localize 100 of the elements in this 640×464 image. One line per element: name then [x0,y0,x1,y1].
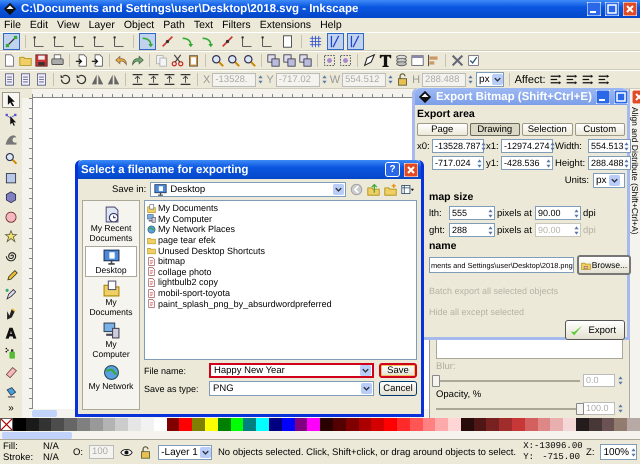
padlock-icon[interactable] [396,73,410,86]
scrollbar[interactable] [0,431,640,439]
unit-dropdown[interactable]: px [476,72,504,87]
vector-document-icon[interactable] [147,288,156,298]
file-name[interactable]: My Documents [158,203,218,214]
menu-item[interactable]: Path [163,19,185,31]
spin-arrows-icon[interactable] [631,446,636,458]
places-item[interactable]: My Documents [85,278,137,319]
spin-arrows-icon[interactable] [618,375,623,386]
color-swatch[interactable] [166,418,180,431]
color-swatch[interactable] [320,418,333,431]
color-swatch[interactable] [396,418,410,431]
file-name[interactable]: collage photo [158,266,212,277]
magnifier-icon[interactable] [227,54,240,67]
color-swatch[interactable] [51,418,64,431]
color-swatch[interactable] [218,418,231,431]
spin-arrows-icon[interactable] [574,208,579,218]
number-field[interactable]: 555 [449,206,495,220]
document-arrow-icon[interactable] [91,54,104,67]
rotate-arrow-icon[interactable] [59,73,72,86]
menu-item[interactable]: Object [124,19,154,31]
color-swatch[interactable] [460,418,474,431]
area-button[interactable]: Page [417,123,468,136]
stack-arrow-icon[interactable] [131,73,144,86]
spin-arrows-icon[interactable] [468,74,474,85]
close-icon[interactable] [404,162,418,176]
color-swatch[interactable] [410,418,422,431]
color-swatch[interactable] [294,418,308,431]
file-name[interactable]: page tear efek [158,235,216,246]
color-swatch[interactable] [140,418,154,431]
color-swatch[interactable] [563,418,576,431]
document-arrow-icon[interactable] [75,54,88,67]
slider-thumb[interactable] [576,402,584,414]
menu-item[interactable]: View [57,19,80,31]
mirror-triangles-icon[interactable] [91,73,104,86]
color-swatch[interactable] [486,418,500,431]
document-lines-icon[interactable] [19,73,32,86]
color-swatch[interactable] [64,418,77,431]
file-name-field[interactable]: Happy New Year [209,363,374,378]
color-swatch[interactable] [422,418,436,431]
pointer-icon[interactable] [2,92,20,108]
color-swatch[interactable] [26,418,39,431]
color-swatch[interactable] [474,418,486,431]
spin-arrows-icon[interactable] [322,74,327,85]
curved-arrow-right-icon[interactable] [131,54,144,67]
zoom-field[interactable]: 100% [600,444,637,460]
guide-lines-icon[interactable] [347,33,364,50]
spin-arrows-icon[interactable] [480,140,486,152]
magnifier-icon[interactable] [243,54,256,67]
document-lines-icon[interactable] [3,73,16,86]
number-field[interactable]: -12974.274 [501,139,553,153]
spin-arrows-icon[interactable] [546,158,551,168]
vector-document-icon[interactable] [147,267,156,276]
menu-item[interactable]: File [4,19,21,31]
stacked-layers-icon[interactable] [395,54,408,67]
help-button[interactable]: ? [385,162,400,177]
color-swatch[interactable] [192,418,205,431]
menu-item[interactable]: Edit [30,19,48,31]
spin-arrows-icon[interactable] [488,224,493,236]
diagonal-line-icon[interactable] [159,33,176,50]
color-swatch[interactable] [384,418,397,431]
units-dropdown[interactable]: px [593,173,625,188]
fill-pen-icon[interactable] [363,54,376,67]
color-swatch[interactable] [115,418,128,431]
dashed-box-icon[interactable] [323,54,336,67]
spin-arrows-icon[interactable] [550,140,555,152]
overlapping-squares-icon[interactable] [267,54,280,67]
menu-item[interactable]: Layer [88,19,115,31]
diagonal-line-icon[interactable] [219,33,236,50]
export-button[interactable]: Export [564,320,625,340]
stack-arrow-icon[interactable] [179,73,192,86]
maximize-icon[interactable] [614,90,628,104]
color-swatch[interactable] [179,418,192,431]
file-name[interactable]: mobil-sport-toyota [158,288,230,298]
area-button[interactable]: Custom [574,123,625,136]
color-swatch[interactable] [256,418,269,431]
save-button[interactable]: Save [379,363,417,378]
more-tools-button[interactable]: » [8,403,14,414]
color-swatch[interactable] [602,418,614,431]
no-color-swatch[interactable] [0,418,13,431]
grid-icon[interactable] [307,33,324,50]
color-swatch[interactable] [268,418,282,431]
spin-arrows-icon[interactable] [477,158,482,168]
stack-arrow-icon[interactable] [147,73,160,86]
window-icon[interactable] [411,54,424,67]
color-swatch[interactable] [230,418,244,431]
overlapping-squares-icon[interactable] [283,54,296,67]
vector-document-icon[interactable] [147,278,156,287]
color-swatch[interactable] [13,418,26,431]
file-name[interactable]: My Computer [158,214,212,224]
color-swatch[interactable] [448,418,461,431]
spin-arrows-icon[interactable] [624,140,629,152]
transform-arrows-icon[interactable] [580,73,594,86]
color-swatch[interactable] [499,418,512,431]
color-swatch[interactable] [358,418,372,431]
color-swatch[interactable] [614,418,628,431]
file-name[interactable]: paint_splash_png_by_absurdwordpreferred [158,298,332,309]
color-swatch[interactable] [588,418,602,431]
curved-arrow-left-icon[interactable] [115,54,128,67]
checklist-icon[interactable] [467,54,480,67]
